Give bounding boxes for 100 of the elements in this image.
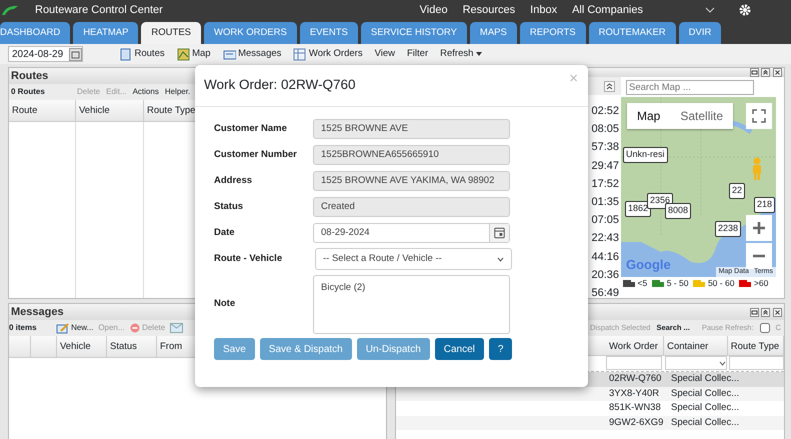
table-icon	[293, 48, 306, 60]
time-cell-text: 29:47	[591, 158, 619, 174]
read-only-field: 1525BROWNEA655665910	[313, 145, 510, 165]
time-cell-text: 20:36	[591, 268, 619, 283]
note-field[interactable]: Bicycle (2)	[313, 275, 510, 334]
toolbar-button[interactable]: Refresh	[440, 46, 482, 62]
fullscreen-icon[interactable]	[746, 103, 772, 129]
time-cell-text: 02:52	[591, 104, 619, 119]
pause-checkbox[interactable]	[760, 323, 770, 333]
close-icon[interactable]	[772, 68, 782, 77]
vehicle-label[interactable]: 8008	[665, 203, 692, 218]
field-label: Note	[214, 297, 236, 312]
search-field[interactable]: Search Map ...	[626, 80, 754, 94]
time-cell-text: 01:35	[591, 194, 619, 210]
route-vehicle-select[interactable]: -- Select a Route / Vehicle --	[315, 248, 512, 270]
window-maximize-icon[interactable]	[750, 68, 758, 77]
nav-link[interactable]: Video	[420, 2, 448, 18]
settings-icon[interactable]	[739, 4, 751, 16]
window-maximize-icon[interactable]	[750, 308, 758, 316]
legend-label: 50 - 60	[708, 277, 734, 290]
table-cell: Special Collec...	[671, 416, 740, 430]
toolbar-button[interactable]: Messages	[222, 46, 282, 62]
toolbar-action[interactable]: Actions	[132, 86, 159, 98]
vehicle-label[interactable]: 1862	[625, 201, 652, 216]
zoom-out-icon[interactable]	[746, 243, 772, 269]
date-value: 08-29-2024	[321, 226, 371, 240]
map-type-button[interactable]: Map	[627, 103, 670, 129]
legend-label: 5 - 50	[666, 277, 688, 290]
delete-icon	[130, 323, 140, 333]
column-header[interactable]: Work Order	[606, 336, 664, 355]
notepad-icon	[56, 322, 69, 334]
nav-link[interactable]: Resources	[462, 2, 516, 18]
table-cell: Special Collec...	[671, 401, 740, 416]
table-cell: Special Collec...	[671, 372, 740, 386]
toolbar-button[interactable]: Map	[176, 46, 211, 62]
app-title: Routeware Control Center	[35, 2, 163, 18]
logo-icon	[0, 3, 20, 17]
read-only-field: 1525 BROWNE AVE	[313, 119, 510, 139]
collapse-icon[interactable]	[761, 308, 770, 316]
collapse-icon[interactable]	[604, 80, 615, 92]
column-header[interactable]: Status	[107, 336, 157, 357]
map-type-button[interactable]: Satellite	[670, 103, 734, 129]
field-label: Address	[214, 174, 254, 188]
date-field[interactable]: 2024-08-29	[8, 46, 83, 62]
table-row[interactable]: 9GW2-6XG9 Special Collec...	[396, 416, 784, 430]
table-cell-text: 851K-WN38	[609, 401, 662, 416]
field-label: Customer Name	[214, 122, 288, 136]
map-icon	[176, 48, 190, 60]
filter-field[interactable]	[606, 356, 662, 370]
column-header[interactable]: Container	[664, 336, 728, 355]
vehicle-label[interactable]: 2238	[715, 221, 742, 236]
vehicle-label[interactable]: Unkn-resi	[623, 147, 668, 162]
document-icon	[119, 48, 132, 60]
nav-tab[interactable]: ROUTES	[141, 22, 201, 44]
time-cell-text: 17:52	[591, 176, 619, 192]
toolbar-action[interactable]: New...	[56, 322, 94, 334]
legend-label: >60	[754, 277, 768, 290]
toolbar-action[interactable]: Helper.	[164, 86, 190, 98]
item-count: 0 Routes	[10, 86, 46, 98]
table-row[interactable]: 3YX8-Y40R Special Collec...	[396, 386, 784, 401]
read-only-field: 1525 BROWNE AVE YAKIMA, WA 98902	[313, 171, 510, 191]
map-logo: Google	[626, 256, 671, 274]
close-icon[interactable]	[772, 308, 782, 316]
column-header[interactable]: Route Type	[728, 336, 784, 355]
time-cell-text: 44:16	[591, 250, 619, 264]
field-label: Date	[214, 226, 236, 240]
table-cell-text: 02RW-Q760	[609, 372, 662, 386]
field-label: Status	[214, 200, 244, 214]
table-cell-text: 9GW2-6XG9	[609, 416, 664, 430]
date-value: 2024-08-29	[11, 48, 64, 62]
vehicle-label[interactable]: 218	[754, 197, 776, 212]
filter-field[interactable]	[729, 356, 784, 370]
dialog-button[interactable]: ?	[488, 338, 512, 360]
vehicle-label[interactable]: 22	[729, 183, 746, 198]
company-select[interactable]: All Companies	[572, 2, 643, 18]
time-cell-text: 08:05	[591, 122, 619, 138]
time-cell-text: 07:05	[591, 213, 619, 228]
toolbar-button[interactable]: Filter	[407, 46, 428, 62]
zoom-in-icon[interactable]	[746, 215, 772, 241]
table-cell: Special Collec...	[671, 386, 740, 401]
panel-title: Routes	[11, 68, 48, 84]
select-value: -- Select a Route / Vehicle --	[323, 252, 442, 266]
table-cell-text: 3YX8-Y40R	[609, 386, 660, 401]
chevron-down-icon[interactable]	[705, 7, 715, 13]
column-header[interactable]: Vehicle	[76, 100, 144, 121]
chevron-down-icon	[718, 360, 726, 366]
time-cell-text: 22:43	[591, 231, 619, 246]
toolbar-button[interactable]: Routes	[119, 46, 165, 62]
toolbar-button[interactable]: View	[374, 46, 395, 62]
column-header[interactable]: Vehicle	[57, 336, 107, 357]
filter-field[interactable]	[664, 356, 727, 370]
time-cell-text: 56:49	[591, 286, 619, 298]
column-header[interactable]: Route	[9, 100, 76, 121]
nav-link[interactable]: Inbox	[530, 2, 558, 18]
time-cell-text: 57:38	[591, 140, 619, 156]
dialog-button[interactable]: Cancel	[434, 338, 484, 360]
date-field[interactable]: 08-29-2024	[313, 223, 510, 243]
collapse-icon[interactable]	[761, 68, 770, 77]
toolbar-button[interactable]: Work Orders	[293, 46, 363, 62]
caret-down-icon	[476, 52, 482, 56]
